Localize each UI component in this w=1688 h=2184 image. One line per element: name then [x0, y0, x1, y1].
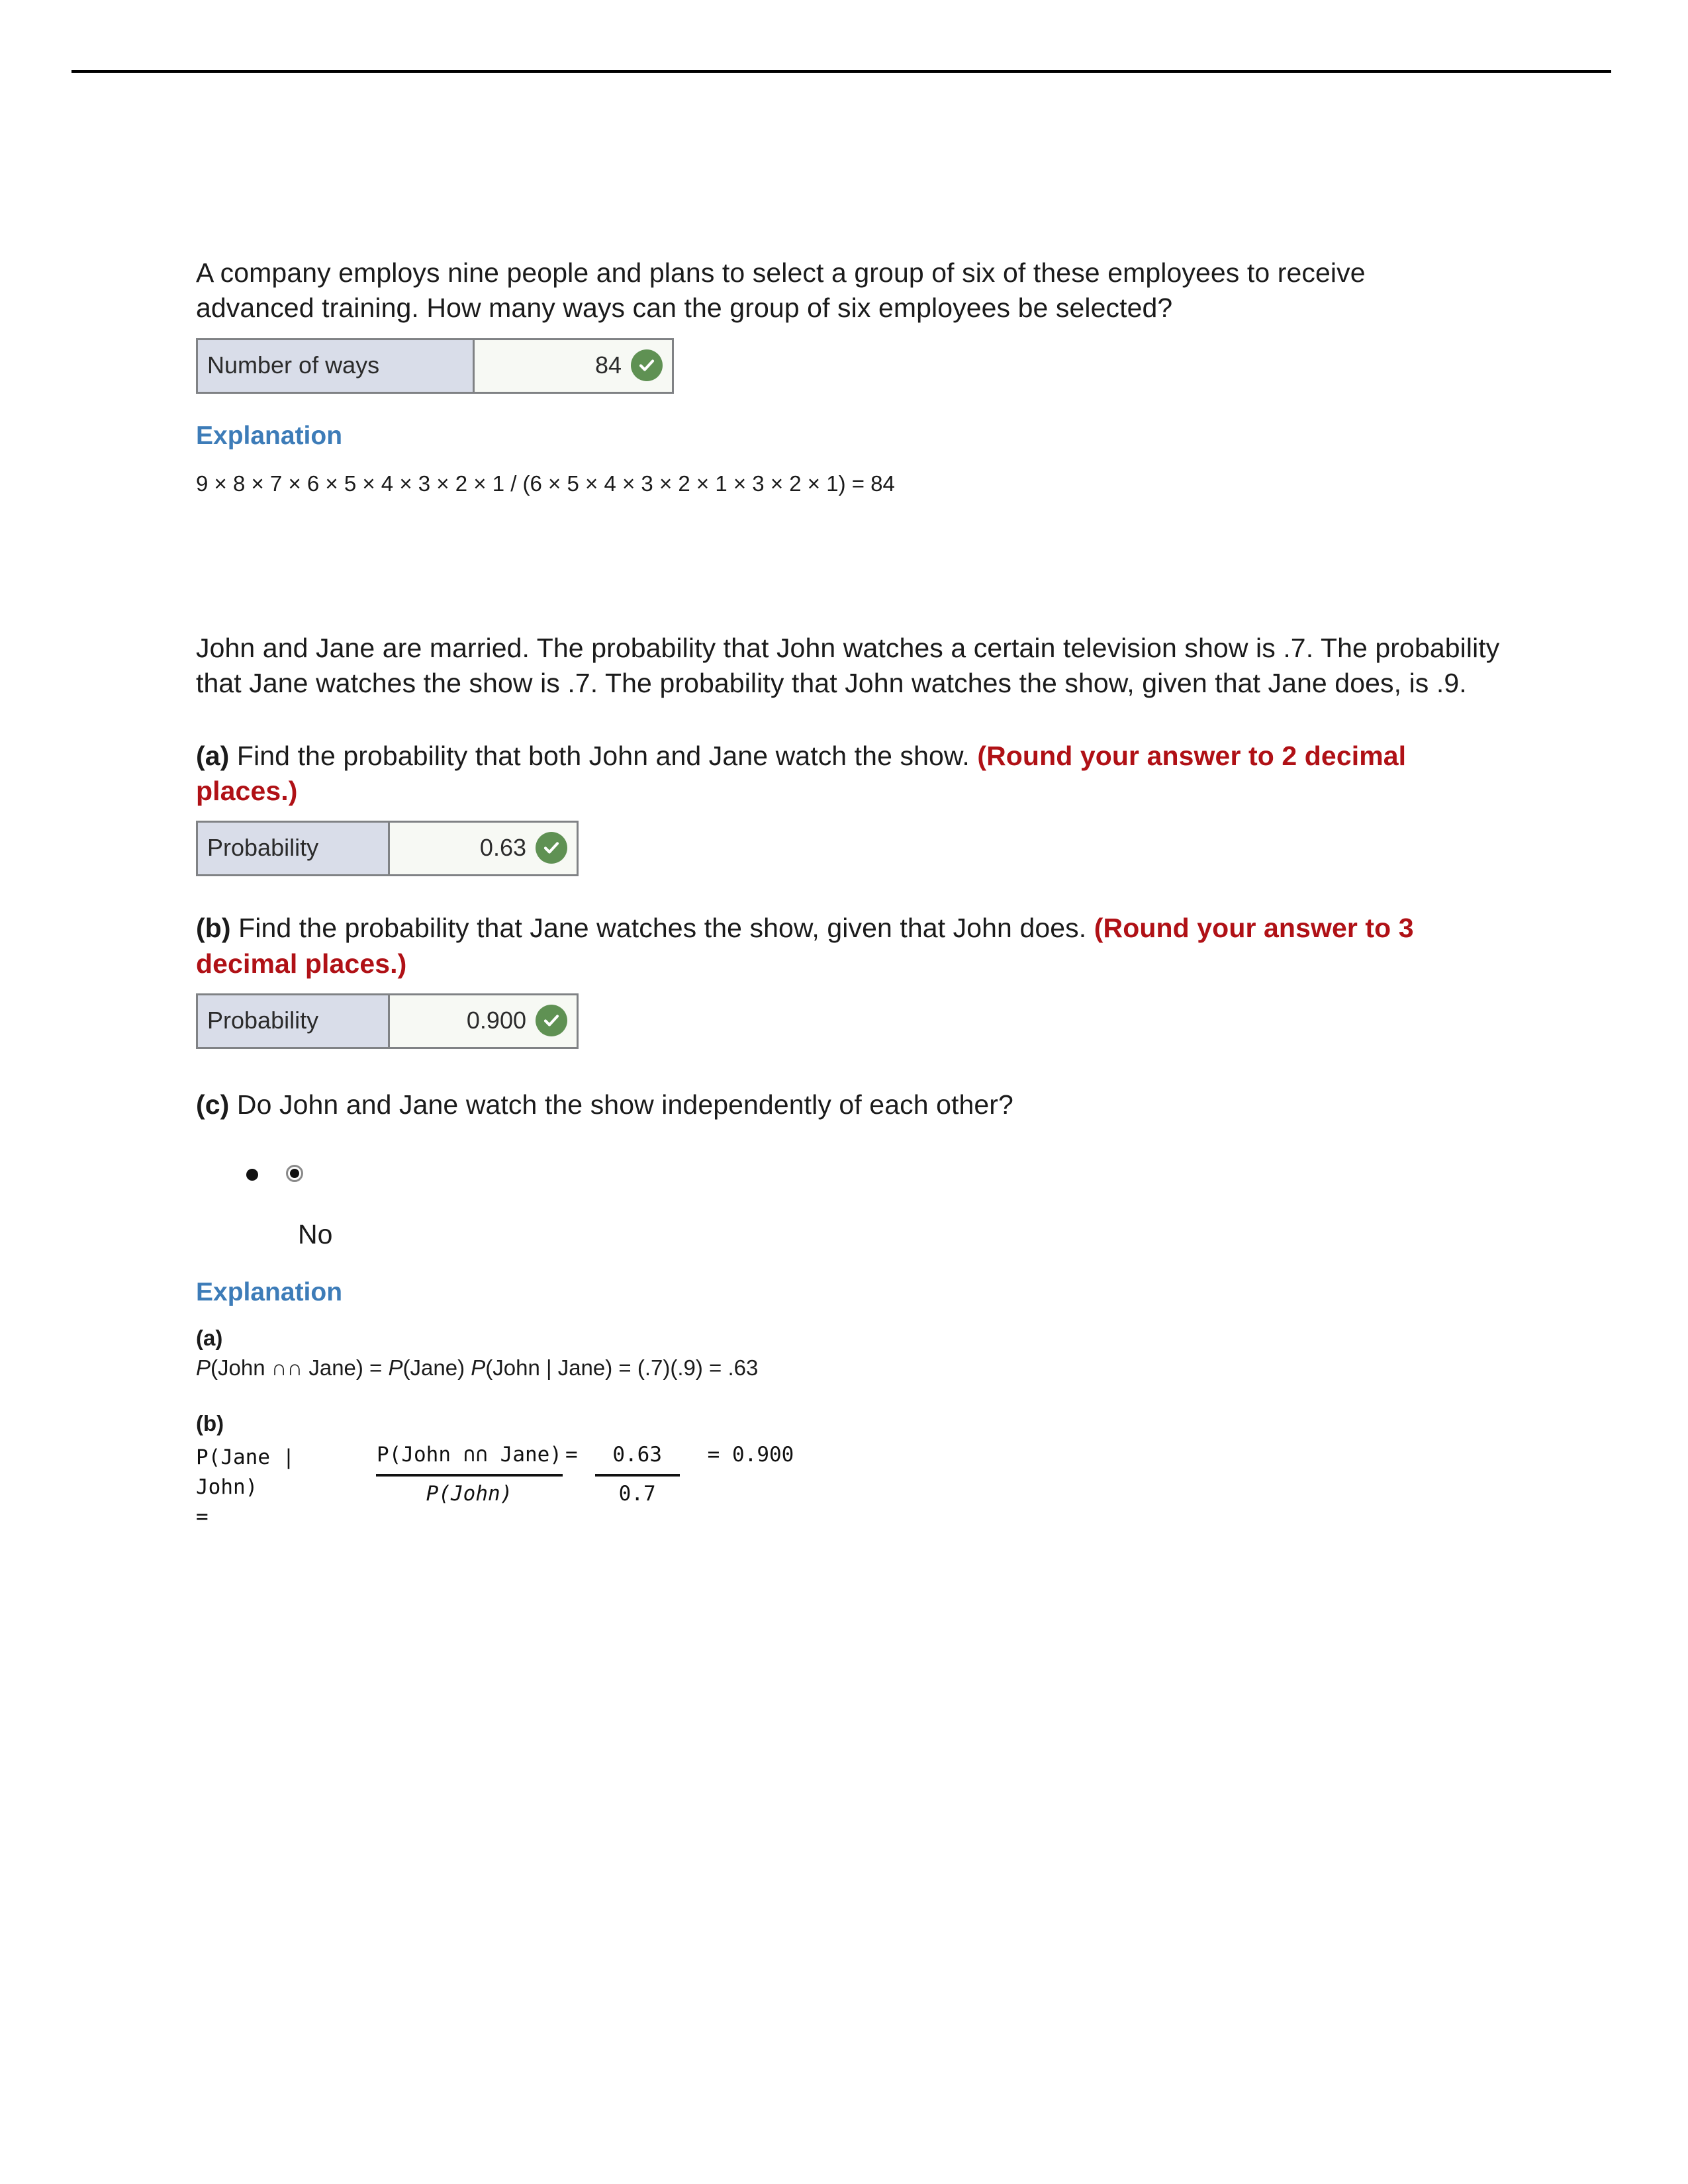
part-b-probability-label: Probability	[198, 995, 390, 1047]
number-of-ways-value: 84	[594, 351, 622, 379]
part-b-formula-lhs: P(Jane | John) =	[196, 1440, 367, 1532]
part-b-fraction-numeric: 0.63 0.7	[594, 1440, 680, 1509]
explanation-part-b-label: (b)	[196, 1410, 224, 1435]
problem-1: A company employs nine people and plans …	[196, 255, 1520, 498]
part-b-probability-value: 0.900	[466, 1006, 526, 1034]
explanation-part-b-formula: P(Jane | John) = P(John ∩∩ Jane) P(John)…	[196, 1440, 1520, 1532]
explanation-part-a-line: P(John ∩∩ Jane) = P(Jane) P(John | Jane)…	[196, 1353, 1520, 1383]
number-of-ways-value-cell[interactable]: 84	[475, 340, 672, 392]
part-b-fraction-symbolic-denominator: P(John)	[426, 1481, 513, 1506]
explanation-part-a-seg1: (John ∩∩ Jane) =	[211, 1355, 389, 1381]
part-b-tag: (b)	[196, 913, 231, 944]
part-b-formula-equals-1: =	[565, 1442, 578, 1467]
number-of-ways-label: Number of ways	[198, 340, 475, 392]
part-b-fraction-numeric-numerator: 0.63	[612, 1442, 662, 1467]
part-b-text: Find the probability that Jane watches t…	[238, 913, 1087, 944]
number-of-ways-answer-box[interactable]: Number of ways 84	[196, 338, 674, 394]
explanation-part-a-seg3: (John | Jane) = (.7)(.9) = .63	[485, 1355, 759, 1381]
document-page: A company employs nine people and plans …	[0, 0, 1688, 2184]
problem-1-question: A company employs nine people and plans …	[196, 257, 1366, 324]
problem-1-explanation-heading: Explanation	[196, 421, 343, 450]
problem-2-part-b: (b) Find the probability that Jane watch…	[196, 911, 1520, 1049]
part-b-value-cell[interactable]: 0.900	[390, 995, 577, 1047]
part-c-tag: (c)	[196, 1089, 230, 1120]
part-c-text: Do John and Jane watch the show independ…	[236, 1089, 1013, 1120]
part-c-prompt: (c) Do John and Jane watch the show inde…	[196, 1087, 1513, 1122]
fraction-bar	[376, 1473, 563, 1477]
problem-2: John and Jane are married. The probabili…	[196, 631, 1520, 1531]
radio-selected-icon[interactable]	[286, 1165, 303, 1183]
check-circle-icon	[536, 832, 567, 864]
part-b-formula-lhs-line2: =	[196, 1504, 209, 1529]
header-divider	[71, 70, 1611, 73]
problem-2-part-c: (c) Do John and Jane watch the show inde…	[196, 1087, 1520, 1250]
part-b-prompt: (b) Find the probability that Jane watch…	[196, 911, 1513, 981]
part-a-answer-box[interactable]: Probability 0.63	[196, 821, 579, 877]
fraction-bar	[594, 1473, 680, 1477]
p-symbol: P	[196, 1355, 211, 1381]
p-symbol: P	[388, 1355, 403, 1381]
check-circle-icon	[631, 349, 663, 381]
explanation-part-a-seg2: (Jane)	[402, 1355, 471, 1381]
problem-2-explanation-heading: Explanation	[196, 1278, 343, 1307]
part-c-option-list: No	[196, 1154, 1520, 1250]
part-b-formula-lhs-line1: P(Jane | John)	[196, 1445, 295, 1499]
problem-2-part-a: (a) Find the probability that both John …	[196, 739, 1520, 877]
part-c-option-label[interactable]: No	[298, 1219, 1520, 1250]
part-a-value-cell[interactable]: 0.63	[390, 823, 577, 875]
problem-2-question: John and Jane are married. The probabili…	[196, 633, 1500, 699]
part-a-tag: (a)	[196, 740, 230, 771]
document-content: A company employs nine people and plans …	[196, 255, 1520, 1532]
problem-1-explanation-line: 9 × 8 × 7 × 6 × 5 × 4 × 3 × 2 × 1 / (6 ×…	[196, 471, 895, 496]
part-b-fraction-symbolic: P(John ∩∩ Jane) P(John)	[376, 1440, 563, 1509]
part-a-probability-label: Probability	[198, 823, 390, 875]
part-b-formula-result: = 0.900	[707, 1442, 794, 1467]
part-a-text: Find the probability that both John and …	[236, 740, 970, 771]
part-b-fraction-numeric-denominator: 0.7	[618, 1481, 656, 1506]
part-a-probability-value: 0.63	[479, 834, 526, 862]
part-b-answer-box[interactable]: Probability 0.900	[196, 993, 579, 1049]
list-item[interactable]	[246, 1154, 1520, 1183]
explanation-part-a-label: (a)	[196, 1326, 223, 1351]
part-b-fraction-symbolic-numerator: P(John ∩∩ Jane)	[377, 1442, 562, 1467]
check-circle-icon	[536, 1004, 567, 1036]
part-a-prompt: (a) Find the probability that both John …	[196, 739, 1440, 809]
p-symbol: P	[471, 1355, 486, 1381]
list-bullet-icon	[246, 1169, 258, 1181]
